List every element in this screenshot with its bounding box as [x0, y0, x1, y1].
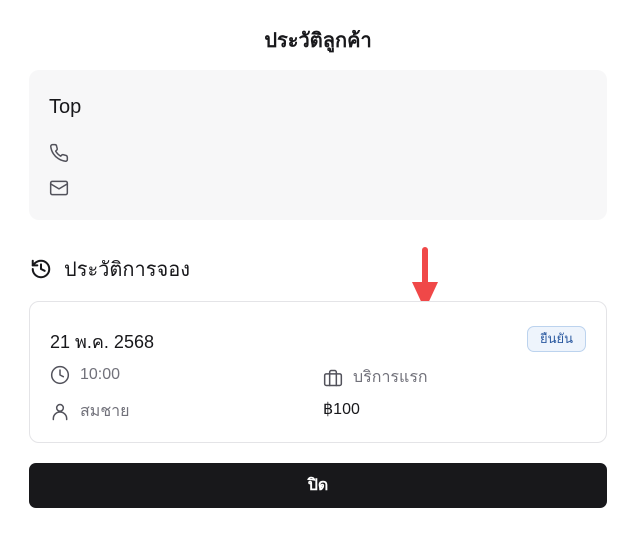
briefcase-icon [323, 369, 343, 386]
mail-icon [49, 178, 69, 198]
close-button[interactable]: ปิด [29, 463, 607, 508]
booking-price: ฿100 [323, 401, 360, 418]
customer-name: Top [49, 96, 82, 118]
booking-time: 10:00 [50, 365, 120, 385]
booking-date: 21 พ.ค. 2568 [50, 332, 154, 352]
booking-time-value: 10:00 [80, 366, 121, 383]
booking-staff-value: สมชาย [80, 403, 130, 420]
clock-icon [50, 365, 70, 385]
user-icon [52, 403, 68, 420]
booking-service-value: บริการแรก [353, 369, 428, 386]
booking-history-header: ประวัติการจอง [30, 256, 190, 282]
booking-staff: สมชาย [50, 399, 130, 424]
booking-history-title: ประวัติการจอง [64, 259, 190, 281]
phone-icon [49, 143, 69, 163]
status-badge: ยืนยัน [526, 326, 586, 352]
booking-card[interactable]: 21 พ.ค. 2568 ยืนยัน 10:00 บริการแรก สมชา… [29, 301, 607, 443]
customer-info-card: Top [29, 70, 607, 220]
booking-service: บริการแรก [323, 365, 428, 390]
dialog-title: ประวัติลูกค้า [264, 30, 372, 52]
history-icon [31, 259, 51, 279]
